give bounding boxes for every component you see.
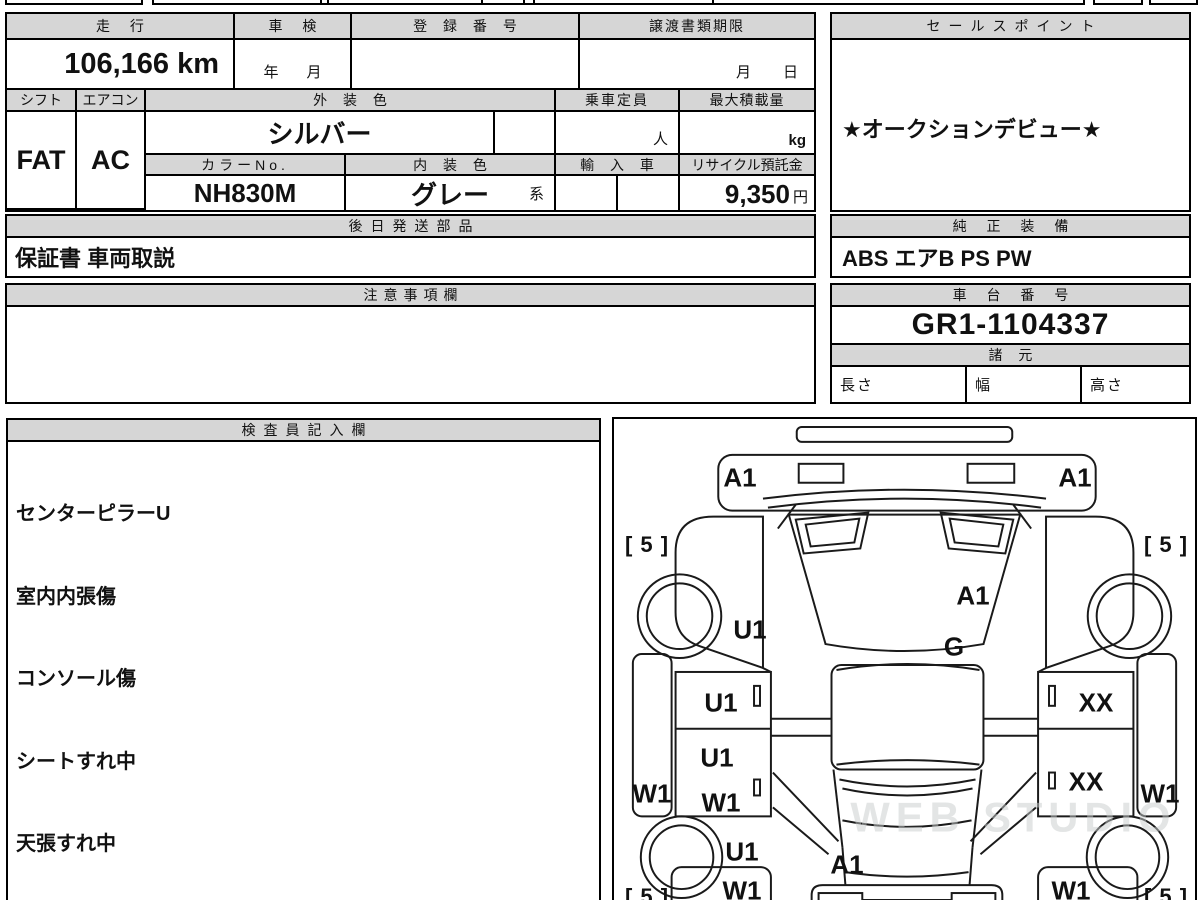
interior-color-value: グレー 系 bbox=[346, 176, 556, 210]
capacity-header: 乗車定員 bbox=[556, 90, 680, 112]
damage-code-U1: U1 bbox=[733, 614, 767, 645]
damage-code-W1: W1 bbox=[1140, 778, 1180, 809]
sales-point-line: ★オークションデビュー★ bbox=[842, 117, 1102, 142]
aircon-header: エアコン bbox=[77, 90, 146, 112]
genuine-equipment-value: ABS エアB PS PW bbox=[842, 246, 1032, 271]
damage-code-U1: U1 bbox=[704, 687, 738, 718]
inspector-note-line: コンソール傷 bbox=[16, 668, 136, 690]
max-load-header: 最大積載量 bbox=[680, 90, 814, 112]
damage-code-A1: A1 bbox=[830, 849, 864, 880]
capacity-unit: 人 bbox=[652, 131, 668, 148]
spec-length-label: 長さ bbox=[832, 367, 967, 402]
shaken-year-label: 年 bbox=[263, 64, 279, 81]
chassis-specs-panel: 車 台 番 号 GR1-1104337 諸 元 長さ 幅 高さ bbox=[830, 283, 1191, 404]
cutoff-cell bbox=[152, 0, 1085, 5]
car-diagram-panel: WEB STUDIO PRO A1A1[ 5 ][ 5 ]U1A1GU1XXU1… bbox=[612, 417, 1197, 900]
interior-color-suffix: 系 bbox=[528, 186, 544, 203]
mileage-value: 106,166 km bbox=[7, 40, 235, 90]
spec-width-label: 幅 bbox=[967, 367, 1082, 402]
diagram-code-layer: A1 A1[ 5 ][ 5 ] U1 A1 G U1 XX U1 W1 XX W1 W1 U1 A1 W1 W… bbox=[614, 419, 1195, 900]
color-no-header: カラーNo. bbox=[146, 155, 346, 176]
cutoff-cell bbox=[1149, 0, 1198, 5]
import-car-header: 輸 入 車 bbox=[556, 155, 680, 176]
chassis-no-header: 車 台 番 号 bbox=[832, 285, 1189, 307]
damage-code-G: G bbox=[943, 631, 965, 662]
recycle-deposit-amount: 9,350 bbox=[724, 179, 790, 209]
color-no-value: NH830M bbox=[146, 176, 346, 210]
transfer-day-label: 日 bbox=[782, 64, 798, 81]
shaken-month-label: 月 bbox=[306, 64, 322, 81]
transfer-deadline-value: 月 日 bbox=[580, 40, 814, 90]
sales-points-body: ★オークションデビュー★ バックモニター E T C bbox=[832, 40, 1189, 346]
genuine-equipment-header: 純 正 装 備 bbox=[832, 216, 1189, 238]
mileage-header: 走 行 bbox=[7, 14, 235, 40]
caution-body bbox=[7, 307, 814, 402]
damage-code-5: [ 5 ] bbox=[624, 532, 670, 557]
vehicle-info-table: 走 行 車 検 登 録 番 号 譲渡書類期限 106,166 km 年 月 月 … bbox=[5, 12, 816, 212]
recycle-deposit-header: リサイクル預託金 bbox=[680, 155, 814, 176]
exterior-color-header: 外 装 色 bbox=[146, 90, 556, 112]
shaken-value: 年 月 bbox=[235, 40, 352, 90]
registration-header: 登 録 番 号 bbox=[352, 14, 580, 40]
inspector-notes-header: 検査員記入欄 bbox=[8, 420, 599, 442]
later-parts-header: 後日発送部品 bbox=[7, 216, 814, 238]
aircon-value: AC bbox=[77, 112, 146, 210]
inspector-notes-panel: 検査員記入欄 センターピラーU 室内内張傷 コンソール傷 シートすれ中 天張すれ… bbox=[6, 418, 601, 900]
sales-points-panel: セールスポイント ★オークションデビュー★ バックモニター E T C bbox=[830, 12, 1191, 346]
damage-code-W1: W1 bbox=[632, 778, 672, 809]
transfer-month-label: 月 bbox=[735, 64, 751, 81]
exterior-color-sub-cell bbox=[495, 112, 556, 155]
max-load-value: kg bbox=[680, 112, 814, 155]
recycle-deposit-unit: 円 bbox=[792, 189, 808, 206]
caution-panel: 注意事項欄 bbox=[5, 283, 816, 404]
damage-code-XX: XX bbox=[1078, 687, 1114, 718]
inspector-note-line: 室内内張傷 bbox=[16, 585, 116, 608]
cutoff-cell bbox=[5, 0, 143, 5]
inspector-note-line: 天張すれ中 bbox=[16, 833, 116, 855]
inspector-note-line: センターピラーU bbox=[16, 503, 171, 525]
cutoff-cell bbox=[1093, 0, 1143, 5]
damage-code-W1: W1 bbox=[1051, 875, 1091, 900]
inspector-note-line: シートすれ中 bbox=[16, 750, 136, 773]
specs-header: 諸 元 bbox=[832, 345, 1189, 367]
later-parts-value: 保証書 車両取説 bbox=[15, 246, 176, 271]
caution-header: 注意事項欄 bbox=[7, 285, 814, 307]
auction-sheet: 走 行 車 検 登 録 番 号 譲渡書類期限 106,166 km 年 月 月 … bbox=[0, 0, 1200, 900]
chassis-no-value: GR1-1104337 bbox=[832, 307, 1189, 345]
import-car-sub-cell bbox=[618, 176, 680, 210]
damage-code-5: [ 5 ] bbox=[1143, 532, 1189, 557]
recycle-deposit-value: 9,350 円 bbox=[680, 176, 814, 210]
damage-code-A1: A1 bbox=[723, 462, 757, 493]
exterior-color-value: シルバー bbox=[146, 112, 495, 155]
damage-code-5: [ 5 ] bbox=[624, 884, 670, 900]
shift-header: シフト bbox=[7, 90, 77, 112]
shaken-header: 車 検 bbox=[235, 14, 352, 40]
damage-code-5: [ 5 ] bbox=[1143, 884, 1189, 900]
sales-points-header: セールスポイント bbox=[832, 14, 1189, 40]
damage-code-A1: A1 bbox=[956, 580, 990, 611]
damage-code-XX: XX bbox=[1068, 766, 1104, 797]
registration-value bbox=[352, 40, 580, 90]
damage-code-W1: W1 bbox=[722, 875, 762, 900]
damage-code-U1: U1 bbox=[700, 742, 734, 773]
damage-code-A1: A1 bbox=[1058, 462, 1092, 493]
inspector-notes-body: センターピラーU 室内内張傷 コンソール傷 シートすれ中 天張すれ中 外装小傷有… bbox=[8, 442, 599, 900]
genuine-equipment-panel: 純 正 装 備 ABS エアB PS PW bbox=[830, 214, 1191, 278]
damage-code-W1: W1 bbox=[701, 787, 741, 818]
max-load-unit: kg bbox=[788, 132, 806, 149]
later-parts-panel: 後日発送部品 保証書 車両取説 bbox=[5, 214, 816, 278]
transfer-deadline-header: 譲渡書類期限 bbox=[580, 14, 814, 40]
spec-height-label: 高さ bbox=[1090, 377, 1125, 394]
capacity-value: 人 bbox=[556, 112, 680, 155]
interior-color-header: 内 装 色 bbox=[346, 155, 556, 176]
import-car-value bbox=[556, 176, 618, 210]
shift-value: FAT bbox=[7, 112, 77, 210]
interior-color-text: グレー bbox=[410, 179, 489, 210]
damage-code-U1: U1 bbox=[725, 836, 759, 867]
